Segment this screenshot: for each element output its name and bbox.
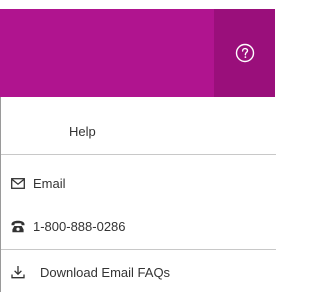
download-icon: [10, 264, 26, 280]
email-menu-label: Email: [33, 175, 66, 191]
download-faqs-menu-item[interactable]: Download Email FAQs: [10, 264, 170, 280]
header-bar: [0, 9, 275, 97]
download-faqs-label: Download Email FAQs: [40, 264, 171, 280]
email-menu-item[interactable]: Email: [10, 175, 66, 191]
envelope-icon: [10, 175, 26, 191]
question-circle-icon: [235, 43, 255, 63]
telephone-icon: [10, 218, 26, 234]
phone-menu-item[interactable]: 1-800-888-0286: [10, 218, 126, 234]
divider: [1, 154, 276, 155]
phone-number: 1-800-888-0286: [33, 218, 126, 234]
page: Help Email 1-800-888-0286 Download Email…: [0, 0, 276, 292]
divider: [1, 249, 276, 250]
help-menu: Help Email 1-800-888-0286 Download Email…: [0, 97, 276, 292]
help-button[interactable]: [214, 9, 275, 97]
help-menu-title: Help: [69, 124, 96, 139]
